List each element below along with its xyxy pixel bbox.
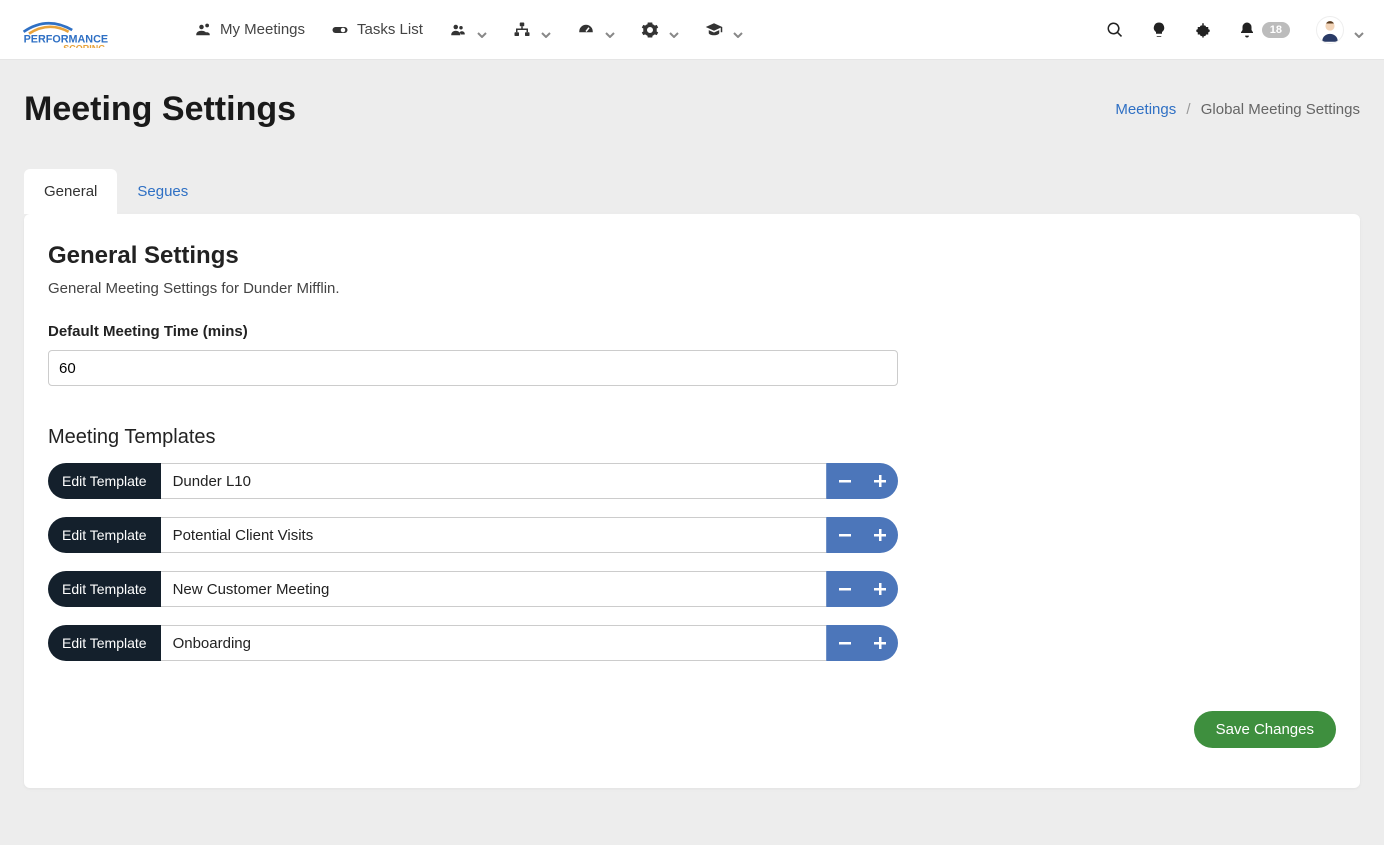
gear-icon [641,21,659,39]
templates-heading: Meeting Templates [48,426,1336,449]
template-name: Dunder L10 [161,463,826,499]
lightbulb-icon[interactable] [1150,21,1168,39]
chevron-down-icon [1354,25,1364,35]
minus-icon [838,528,852,542]
tab-segues[interactable]: Segues [117,169,208,214]
add-template-button[interactable] [862,463,898,499]
default-time-label: Default Meeting Time (mins) [48,323,1336,340]
remove-template-button[interactable] [826,571,862,607]
template-name: Onboarding [161,625,826,661]
logo[interactable]: PERFORMANCE SCORING [20,12,164,48]
chevron-down-icon [605,25,615,35]
nav-structure-dropdown[interactable] [513,21,551,39]
template-row: Edit Template New Customer Meeting [48,571,898,607]
plus-icon [873,582,887,596]
topbar: PERFORMANCE SCORING My Meetings Tasks Li… [0,0,1384,60]
nav-tasks-list[interactable]: Tasks List [331,21,423,39]
settings-card-wrapper: General Segues General Settings General … [24,169,1360,788]
template-name: New Customer Meeting [161,571,826,607]
edit-template-button[interactable]: Edit Template [48,517,161,553]
general-subheading: General Meeting Settings for Dunder Miff… [48,280,1336,297]
org-chart-icon [513,21,531,39]
template-name: Potential Client Visits [161,517,826,553]
nav-my-meetings-label: My Meetings [220,21,305,38]
breadcrumb-root-link[interactable]: Meetings [1115,101,1176,118]
people-meeting-icon [194,21,212,39]
general-heading: General Settings [48,242,1336,270]
breadcrumb-separator: / [1186,101,1190,118]
remove-template-button[interactable] [826,463,862,499]
chevron-down-icon [477,25,487,35]
add-template-button[interactable] [862,571,898,607]
plus-icon [873,636,887,650]
user-menu[interactable] [1316,16,1364,44]
svg-text:SCORING: SCORING [63,43,105,47]
avatar [1316,16,1344,44]
users-icon [449,21,467,39]
nav-people-dropdown[interactable] [449,21,487,39]
template-row: Edit Template Onboarding [48,625,898,661]
topbar-right: 18 [1106,16,1364,44]
nav-learning-dropdown[interactable] [705,21,743,39]
gauge-icon [577,21,595,39]
general-panel: General Settings General Meeting Setting… [24,214,1360,788]
breadcrumb-current: Global Meeting Settings [1201,101,1360,118]
add-template-button[interactable] [862,517,898,553]
remove-template-button[interactable] [826,625,862,661]
primary-nav: My Meetings Tasks List [194,21,743,39]
add-template-button[interactable] [862,625,898,661]
default-time-input[interactable] [48,350,898,386]
page-header: Meeting Settings Meetings / Global Meeti… [24,90,1360,129]
chevron-down-icon [733,25,743,35]
chevron-down-icon [541,25,551,35]
settings-card: General Settings General Meeting Setting… [24,214,1360,788]
edit-template-button[interactable]: Edit Template [48,625,161,661]
minus-icon [838,474,852,488]
plus-icon [873,474,887,488]
nav-my-meetings[interactable]: My Meetings [194,21,305,39]
nav-dashboard-dropdown[interactable] [577,21,615,39]
minus-icon [838,582,852,596]
breadcrumb: Meetings / Global Meeting Settings [1115,101,1360,118]
graduation-cap-icon [705,21,723,39]
bell-icon [1238,21,1256,39]
remove-template-button[interactable] [826,517,862,553]
template-row: Edit Template Potential Client Visits [48,517,898,553]
chevron-down-icon [669,25,679,35]
puzzle-icon[interactable] [1194,21,1212,39]
nav-tasks-list-label: Tasks List [357,21,423,38]
save-changes-button[interactable]: Save Changes [1194,711,1336,748]
plus-icon [873,528,887,542]
minus-icon [838,636,852,650]
page-body: Meeting Settings Meetings / Global Meeti… [0,60,1384,818]
notifications-button[interactable]: 18 [1238,21,1290,39]
tabs: General Segues [24,169,1360,214]
template-row: Edit Template Dunder L10 [48,463,898,499]
edit-template-button[interactable]: Edit Template [48,463,161,499]
nav-settings-dropdown[interactable] [641,21,679,39]
notification-count-badge: 18 [1262,22,1290,38]
page-title: Meeting Settings [24,90,296,129]
tab-general[interactable]: General [24,169,117,214]
footer-actions: Save Changes [48,711,1336,748]
edit-template-button[interactable]: Edit Template [48,571,161,607]
toggle-icon [331,21,349,39]
search-icon[interactable] [1106,21,1124,39]
